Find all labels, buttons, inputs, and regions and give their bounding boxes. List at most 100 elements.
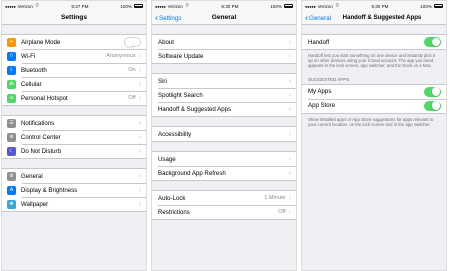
chevron-right-icon: › (288, 52, 291, 60)
chevron-right-icon: › (288, 130, 291, 138)
suggested-apps-description: Show installed apps or App Store suggest… (308, 116, 434, 127)
page-title: Handoff & Suggested Apps (342, 14, 422, 21)
page-title: Settings (60, 14, 87, 21)
wifi-status-icon: ⌔ (184, 3, 190, 9)
settings-item-label: Bluetooth (21, 66, 47, 74)
handoff-group: Handoff (302, 34, 446, 50)
wifi-icon: ⌔ (7, 51, 16, 61)
signal-icon: ●●●●● (5, 3, 16, 9)
settings-item-airplane-mode[interactable]: ✈ Airplane Mode (2, 35, 146, 49)
battery-icon (133, 4, 143, 8)
settings-item-personal-hotspot[interactable]: ∞ Personal Hotspot Off › (2, 91, 146, 105)
nav-bar: Settings (2, 11, 146, 25)
list-item-handoff[interactable]: Handoff & Suggested Apps › (152, 102, 296, 116)
nav-bar: ‹ General Handoff & Suggested Apps (302, 11, 446, 25)
chevron-right-icon: › (288, 105, 291, 113)
list-item-usage[interactable]: Usage › (152, 152, 296, 166)
lock-group: Auto-Lock 1 Minute › Restrictions Off › (152, 190, 296, 220)
chevron-right-icon: › (138, 119, 141, 127)
list-item-label: About (158, 38, 174, 46)
connectivity-group: ✈ Airplane Mode ⌔ Wi-Fi Anonymous › ᛒ Bl… (2, 34, 146, 106)
list-item-restrictions[interactable]: Restrictions Off › (152, 205, 296, 219)
chevron-left-icon: ‹ (305, 12, 308, 22)
chevron-right-icon: › (138, 94, 141, 102)
airplane-mode-toggle[interactable] (124, 37, 141, 48)
settings-item-label: Wallpaper (21, 200, 49, 208)
settings-item-general[interactable]: ⚙ General › (2, 169, 146, 183)
bluetooth-icon: ᛒ (7, 65, 16, 75)
wallpaper-icon: ❀ (7, 199, 16, 209)
hotspot-value: Off (128, 95, 136, 101)
settings-screen: ●●●●● Verizon ⌔ 9:27 PM 100% Settings ✈ Ai… (1, 0, 147, 271)
settings-item-label: Cellular (21, 80, 42, 88)
airplane-icon: ✈ (7, 37, 16, 47)
settings-item-label: Notifications (21, 119, 55, 127)
settings-item-cellular[interactable]: ⁂ Cellular › (2, 77, 146, 91)
list-item-label: Handoff & Suggested Apps (158, 105, 232, 113)
moon-icon: ☾ (7, 146, 16, 156)
usage-group: Usage › Background App Refresh › (152, 151, 296, 181)
page-title: General (211, 14, 237, 21)
status-bar: ●●●●● Verizon ⌔ 9:30 PM 100% (302, 1, 446, 11)
app-store-toggle[interactable] (424, 100, 441, 111)
settings-item-label: Display & Brightness (21, 186, 78, 194)
battery-percent: 100% (120, 3, 132, 9)
app-store-label: App Store (308, 102, 336, 110)
section-header: SUGGESTED APPS (308, 76, 350, 82)
status-time: 9:30 PM (221, 3, 239, 9)
list-item-background-app-refresh[interactable]: Background App Refresh › (152, 166, 296, 180)
settings-item-bluetooth[interactable]: ᛒ Bluetooth On › (2, 63, 146, 77)
list-item-about[interactable]: About › (152, 35, 296, 49)
list-item-spotlight-search[interactable]: Spotlight Search › (152, 88, 296, 102)
handoff-toggle[interactable] (424, 37, 441, 47)
notifications-icon: ☰ (7, 118, 16, 128)
handoff-screen: ●●●●● Verizon ⌔ 9:30 PM 100% ‹ General Hand… (301, 0, 447, 271)
back-button[interactable]: ‹ General (305, 11, 331, 25)
chevron-right-icon: › (288, 38, 291, 46)
general-screen: ●●●●● Verizon ⌔ 9:30 PM 100% ‹ Settings Gen… (151, 0, 297, 271)
settings-item-display-brightness[interactable]: A Display & Brightness › (2, 183, 146, 197)
back-label: Settings (159, 14, 182, 22)
chevron-right-icon: › (138, 186, 141, 194)
list-item-software-update[interactable]: Software Update › (152, 49, 296, 63)
siri-group: Siri › Spotlight Search › Handoff & Sugg… (152, 73, 296, 117)
my-apps-toggle[interactable] (424, 86, 441, 97)
settings-item-wifi[interactable]: ⌔ Wi-Fi Anonymous › (2, 49, 146, 63)
settings-item-do-not-disturb[interactable]: ☾ Do Not Disturb › (2, 144, 146, 158)
status-time: 9:27 PM (71, 3, 89, 9)
handoff-row[interactable]: Handoff (302, 35, 446, 49)
chevron-right-icon: › (138, 52, 141, 60)
notifications-group: ☰ Notifications › ⊜ Control Center › ☾ D… (2, 115, 146, 159)
list-item-label: Restrictions (158, 208, 190, 216)
chevron-right-icon: › (138, 200, 141, 208)
my-apps-label: My Apps (308, 88, 332, 96)
accessibility-group: Accessibility › (152, 126, 296, 142)
about-group: About › Software Update › (152, 34, 296, 64)
carrier-label: Verizon (17, 3, 33, 9)
signal-icon: ●●●●● (155, 3, 166, 9)
gear-icon: ⚙ (7, 171, 16, 181)
chevron-right-icon: › (288, 77, 291, 85)
list-item-siri[interactable]: Siri › (152, 74, 296, 88)
carrier-label: Verizon (167, 3, 183, 9)
chevron-right-icon: › (138, 80, 141, 88)
chevron-right-icon: › (138, 172, 141, 180)
app-store-row[interactable]: App Store (302, 98, 446, 113)
bluetooth-value: On (128, 67, 136, 73)
list-item-accessibility[interactable]: Accessibility › (152, 127, 296, 141)
auto-lock-value: 1 Minute (264, 195, 286, 201)
chevron-right-icon: › (138, 133, 141, 141)
battery-percent: 100% (270, 3, 282, 9)
my-apps-row[interactable]: My Apps (302, 85, 446, 99)
settings-item-notifications[interactable]: ☰ Notifications › (2, 116, 146, 130)
status-time: 9:30 PM (371, 3, 389, 9)
hotspot-icon: ∞ (7, 93, 16, 103)
carrier-label: Verizon (317, 3, 333, 9)
settings-item-wallpaper[interactable]: ❀ Wallpaper › (2, 197, 146, 211)
list-item-label: Usage (158, 155, 176, 163)
list-item-auto-lock[interactable]: Auto-Lock 1 Minute › (152, 191, 296, 205)
settings-item-control-center[interactable]: ⊜ Control Center › (2, 130, 146, 144)
chevron-right-icon: › (288, 169, 291, 177)
restrictions-value: Off (278, 209, 286, 215)
back-button[interactable]: ‹ Settings (155, 11, 181, 25)
